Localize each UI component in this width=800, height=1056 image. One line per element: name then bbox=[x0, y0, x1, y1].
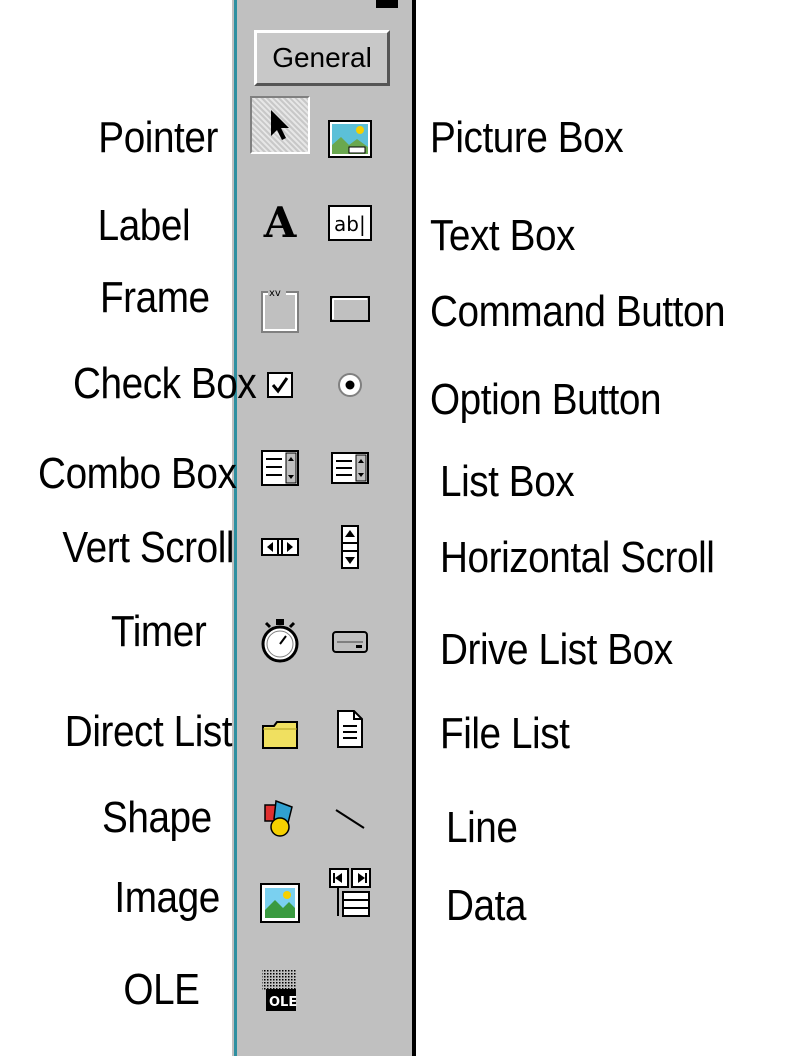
toolbox-right-border bbox=[412, 0, 416, 1056]
drive-list-box-tool[interactable] bbox=[320, 612, 380, 670]
svg-text:xv: xv bbox=[269, 288, 281, 299]
data-icon bbox=[329, 868, 371, 917]
label-text-box: Text Box bbox=[430, 211, 575, 260]
vscroll-tool[interactable] bbox=[320, 518, 380, 576]
label-drive-list-box: Drive List Box bbox=[440, 625, 673, 674]
label-picture-box: Picture Box bbox=[430, 113, 624, 162]
hscroll-icon bbox=[261, 538, 299, 556]
label-file-list: File List bbox=[440, 709, 570, 758]
line-icon bbox=[335, 809, 365, 829]
picture-box-icon bbox=[328, 120, 372, 158]
image-icon bbox=[260, 883, 300, 923]
timer-icon bbox=[261, 619, 299, 663]
label-list-box: List Box bbox=[440, 457, 575, 506]
label-check-box: Check Box bbox=[72, 359, 257, 408]
label-option-button: Option Button bbox=[430, 375, 662, 424]
label-image: Image bbox=[114, 873, 221, 922]
shape-icon bbox=[264, 799, 293, 837]
dir-list-box-icon bbox=[262, 721, 298, 749]
shape-tool[interactable] bbox=[250, 790, 310, 848]
image-tool[interactable] bbox=[250, 874, 310, 932]
line-tool[interactable] bbox=[320, 790, 380, 848]
label-command-button: Command Button bbox=[430, 287, 726, 336]
general-tab[interactable]: General bbox=[254, 30, 390, 86]
text-box-tool[interactable]: ab| bbox=[320, 194, 380, 252]
list-box-tool[interactable] bbox=[320, 438, 380, 496]
file-list-box-tool[interactable] bbox=[320, 700, 380, 758]
frame-tool[interactable]: xv bbox=[250, 280, 310, 338]
svg-text:OLE: OLE bbox=[269, 995, 297, 1010]
toolbox-left-border bbox=[234, 0, 237, 1056]
option-button-icon bbox=[338, 373, 362, 397]
label-icon: A bbox=[263, 198, 297, 247]
file-list-box-icon bbox=[337, 710, 363, 748]
label-pointer: Pointer bbox=[98, 113, 218, 162]
list-box-icon bbox=[331, 452, 369, 484]
label-label: Label bbox=[97, 201, 190, 250]
label-line: Line bbox=[446, 803, 518, 852]
label-timer: Timer bbox=[110, 607, 207, 656]
label-data: Data bbox=[446, 881, 527, 930]
toolbox-top-edge bbox=[376, 0, 398, 8]
svg-text:ab|: ab| bbox=[334, 212, 366, 236]
label-horizontal-scroll: Horizontal Scroll bbox=[440, 533, 715, 582]
label-frame: Frame bbox=[100, 273, 210, 322]
hscroll-tool[interactable] bbox=[250, 518, 310, 576]
drive-list-box-icon bbox=[332, 631, 368, 653]
dir-list-box-tool[interactable] bbox=[250, 706, 310, 764]
label-combo-box: Combo Box bbox=[37, 449, 237, 498]
vscroll-icon bbox=[341, 525, 359, 569]
combo-box-icon bbox=[261, 450, 299, 486]
check-box-tool[interactable] bbox=[250, 356, 310, 414]
data-tool[interactable] bbox=[320, 866, 380, 924]
label-direct-list: Direct List bbox=[64, 707, 233, 756]
ole-tool[interactable]: OLE bbox=[250, 962, 310, 1020]
command-button-tool[interactable] bbox=[320, 280, 380, 338]
text-box-icon: ab| bbox=[328, 205, 372, 241]
label-shape: Shape bbox=[102, 793, 212, 842]
pointer-icon bbox=[271, 110, 289, 140]
label-vert-scroll: Vert Scroll bbox=[62, 523, 234, 572]
option-button-tool[interactable] bbox=[320, 356, 380, 414]
combo-box-tool[interactable] bbox=[250, 438, 310, 496]
frame-icon: xv bbox=[261, 286, 299, 333]
check-box-icon bbox=[267, 372, 293, 398]
timer-tool[interactable] bbox=[250, 612, 310, 670]
picture-box-tool[interactable] bbox=[320, 110, 380, 168]
label-tool[interactable]: A bbox=[250, 194, 310, 252]
command-button-icon bbox=[330, 296, 370, 322]
ole-icon: OLE bbox=[262, 969, 297, 1011]
label-ole: OLE bbox=[123, 965, 201, 1014]
pointer-tool[interactable] bbox=[250, 96, 310, 154]
